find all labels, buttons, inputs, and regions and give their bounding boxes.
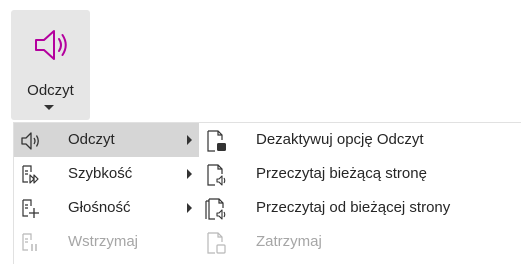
submenu-item-read-from-current-page[interactable]: Przeczytaj od bieżącej strony — [199, 191, 519, 225]
read-aloud-ribbon-button[interactable]: Odczyt — [11, 10, 90, 120]
read-aloud-menu: Odczyt Szybkość Głośność Wstrzymaj — [13, 122, 199, 264]
pause-icon — [20, 232, 42, 254]
speed-icon — [20, 164, 42, 186]
submenu-item-label: Przeczytaj od bieżącej strony — [256, 199, 451, 216]
document-stop-disabled-icon — [205, 231, 229, 255]
volume-icon — [20, 198, 42, 220]
menu-item-label: Szybkość — [68, 165, 133, 182]
speaker-icon — [33, 27, 69, 63]
menu-item-read-aloud[interactable]: Odczyt — [14, 123, 199, 157]
read-aloud-submenu: Dezaktywuj opcję Odczyt Przeczytaj bieżą… — [199, 122, 521, 264]
submenu-item-label: Dezaktywuj opcję Odczyt — [256, 131, 424, 148]
chevron-down-icon[interactable] — [44, 105, 54, 110]
menu-item-label: Wstrzymaj — [68, 233, 138, 250]
menu-item-volume[interactable]: Głośność — [14, 191, 199, 225]
speaker-icon — [20, 130, 42, 152]
menu-item-speed[interactable]: Szybkość — [14, 157, 199, 191]
document-read-icon — [205, 163, 229, 187]
submenu-item-read-current-page[interactable]: Przeczytaj bieżącą stronę — [199, 157, 519, 191]
submenu-item-label: Zatrzymaj — [256, 233, 322, 250]
documents-read-icon — [205, 197, 229, 221]
chevron-right-icon — [187, 135, 192, 145]
menu-item-label: Odczyt — [68, 131, 115, 148]
chevron-right-icon — [187, 169, 192, 179]
menu-item-label: Głośność — [68, 199, 131, 216]
chevron-right-icon — [187, 203, 192, 213]
submenu-item-label: Przeczytaj bieżącą stronę — [256, 165, 427, 182]
submenu-item-disable-read-aloud[interactable]: Dezaktywuj opcję Odczyt — [199, 123, 519, 157]
document-stop-icon — [205, 129, 229, 153]
read-aloud-button-label: Odczyt — [27, 82, 74, 99]
submenu-item-stop[interactable]: Zatrzymaj — [199, 225, 519, 259]
menu-item-pause[interactable]: Wstrzymaj — [14, 225, 199, 259]
